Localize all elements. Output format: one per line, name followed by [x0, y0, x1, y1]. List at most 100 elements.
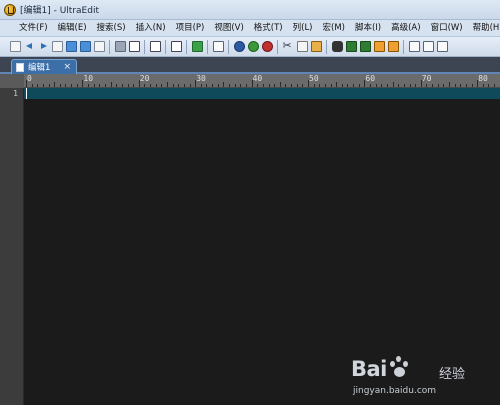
menu-macro[interactable]: 宏(M) — [318, 20, 350, 37]
menu-bar: 文件(F) 编辑(E) 搜索(S) 插入(N) 项目(P) 视图(V) 格式(T… — [0, 20, 500, 37]
column-ruler: 0 10 20 30 40 50 60 70 80 — [24, 74, 500, 88]
ruler-tick — [449, 82, 450, 87]
tab-close-icon[interactable]: × — [63, 62, 71, 72]
tab-edit1[interactable]: 编辑1 × — [11, 59, 77, 74]
ruler-tick — [386, 84, 388, 87]
forward-arrow-icon[interactable] — [38, 41, 49, 52]
function-list-icon[interactable] — [422, 41, 434, 52]
ruler-tick — [189, 84, 191, 87]
ruler-tick — [37, 84, 39, 87]
ftp-icon[interactable] — [247, 41, 259, 52]
ruler-tick — [426, 84, 428, 87]
toolbar-separator — [109, 39, 110, 54]
find-icon[interactable] — [331, 41, 343, 52]
ruler-tick — [471, 84, 473, 87]
ruler-tick — [31, 84, 33, 87]
menu-window[interactable]: 窗口(W) — [426, 20, 468, 37]
editor-area[interactable]: Bai 经验 jingyan.baidu.com — [24, 88, 500, 405]
tab-label: 编辑1 — [28, 63, 51, 73]
ruler-corner — [0, 74, 24, 88]
current-line-highlight — [24, 88, 500, 99]
ruler-tick — [465, 84, 467, 87]
ruler-tick — [296, 84, 298, 87]
menu-view[interactable]: 视图(V) — [209, 20, 248, 37]
output-window-icon[interactable] — [387, 41, 399, 52]
cut-icon[interactable] — [283, 39, 294, 52]
ruler-tick — [42, 84, 44, 87]
back-arrow-icon[interactable] — [24, 41, 35, 52]
ruler-tick — [161, 84, 163, 87]
ruler-tick — [144, 84, 146, 87]
ruler-tick — [172, 84, 174, 87]
menu-help[interactable]: 帮助(H) — [468, 20, 500, 37]
toolbar-separator — [326, 39, 327, 54]
menu-advanced[interactable]: 高级(A) — [386, 20, 425, 37]
list-panel-icon[interactable] — [408, 41, 420, 52]
ruler-tick — [403, 84, 405, 87]
menu-search[interactable]: 搜索(S) — [92, 20, 131, 37]
ruler-tick — [150, 84, 152, 87]
copy-icon[interactable] — [296, 41, 308, 52]
browser-icon[interactable] — [233, 41, 245, 52]
menu-insert[interactable]: 插入(N) — [131, 20, 171, 37]
ruler-tick — [341, 84, 343, 87]
toolbar-separator — [144, 39, 145, 54]
print-icon[interactable] — [114, 41, 126, 52]
ruler-tick — [257, 84, 259, 87]
toolbar-separator — [403, 39, 404, 54]
open-project-icon[interactable] — [79, 41, 91, 52]
ruler-tick — [245, 84, 247, 87]
print-preview-icon[interactable] — [128, 41, 140, 52]
new-document-icon[interactable] — [51, 41, 63, 52]
ruler-tick — [415, 84, 417, 87]
toolbar-separator — [165, 39, 166, 54]
toggle-panel-icon[interactable] — [373, 41, 385, 52]
menu-script[interactable]: 脚本(I) — [350, 20, 386, 37]
ruler-tick — [488, 84, 490, 87]
watermark-url: jingyan.baidu.com — [353, 386, 437, 396]
menu-format[interactable]: 格式(T) — [249, 20, 288, 37]
ruler-tick — [48, 84, 50, 87]
ruler-label: 40 — [252, 74, 263, 83]
ruler-tick — [155, 84, 157, 87]
paste-icon[interactable] — [310, 41, 322, 52]
ruler-label: 0 — [27, 74, 32, 83]
open-folder-icon[interactable] — [65, 41, 77, 52]
word-wrap-icon[interactable] — [212, 41, 224, 52]
ruler-label: 80 — [478, 74, 488, 83]
ruler-tick — [234, 84, 236, 87]
ruler-tick — [291, 84, 293, 87]
menu-edit[interactable]: 编辑(E) — [53, 20, 92, 37]
find-in-files-icon[interactable] — [359, 41, 371, 52]
ruler-tick — [206, 84, 208, 87]
new-file-icon[interactable] — [9, 41, 21, 52]
toolbar-separator — [186, 39, 187, 54]
ruler-tick — [347, 84, 349, 87]
menu-column[interactable]: 列(L) — [288, 20, 318, 37]
toolbar-separator — [228, 39, 229, 54]
ruler-label: 10 — [83, 74, 94, 83]
ruler-tick — [104, 84, 106, 87]
ruler-tick — [460, 84, 462, 87]
ruler-tick — [279, 82, 281, 87]
ruler-tick — [398, 84, 400, 87]
properties-icon[interactable] — [149, 41, 161, 52]
replace-icon[interactable] — [345, 41, 357, 52]
app-logo-icon[interactable] — [4, 3, 16, 16]
ruler-tick — [482, 84, 484, 87]
ruler-label: 60 — [365, 74, 376, 83]
ruler-tick — [240, 84, 242, 87]
column-mode-icon[interactable] — [191, 41, 203, 52]
ruler-tick — [212, 84, 214, 87]
ruler-tick — [268, 84, 270, 87]
menu-file[interactable]: 文件(F) — [14, 20, 53, 37]
function-list-icon[interactable] — [436, 41, 448, 52]
close-icon[interactable] — [261, 41, 273, 52]
menu-project[interactable]: 项目(P) — [171, 20, 210, 37]
title-bar: [编辑1] - UltraEdit — [0, 0, 500, 20]
page-icon[interactable] — [170, 41, 182, 52]
ruler-label: 20 — [139, 74, 150, 83]
ruler-tick — [392, 82, 394, 87]
line-number-gutter: 1 — [0, 88, 24, 405]
save-icon[interactable] — [93, 41, 105, 52]
